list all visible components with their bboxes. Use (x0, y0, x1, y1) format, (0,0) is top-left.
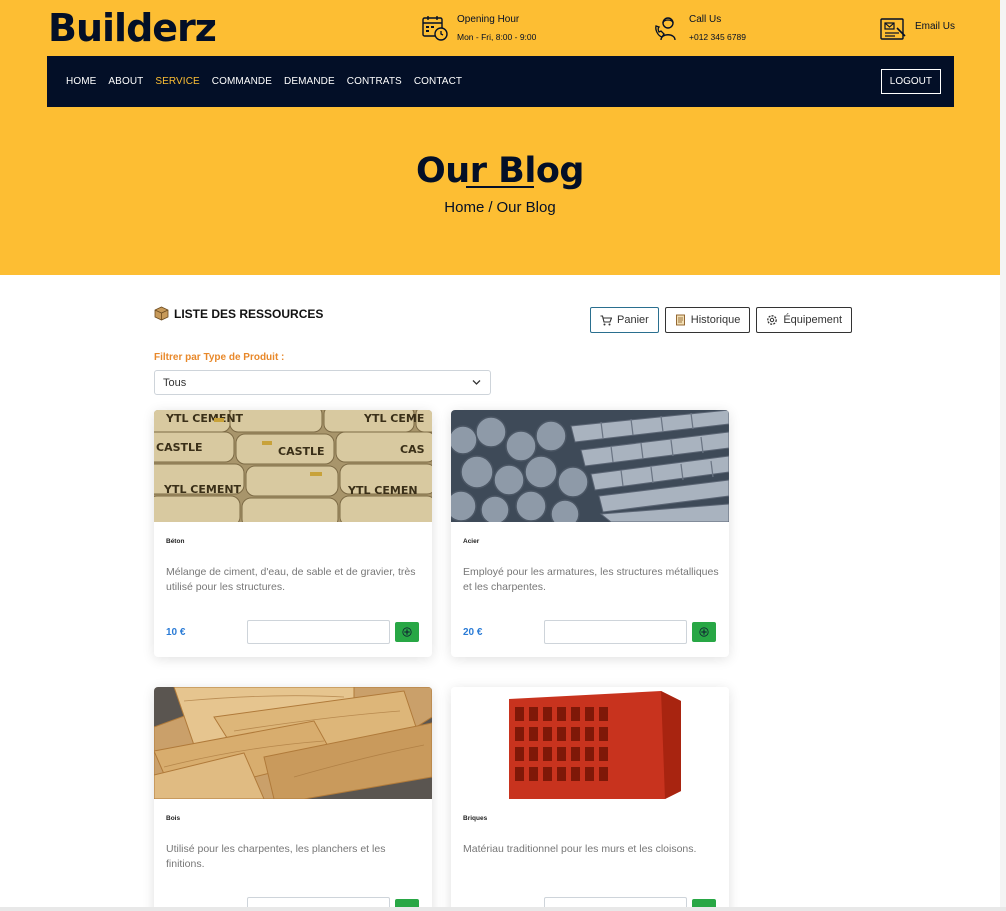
nav-home[interactable]: HOME (66, 76, 96, 87)
equipement-button[interactable]: Équipement (756, 307, 853, 333)
main-navbar: HOME ABOUT SERVICE COMMANDE DEMANDE CONT… (47, 56, 954, 107)
red-brick-image (451, 687, 729, 799)
product-card: Bois Utilisé pour les charpentes, les pl… (154, 687, 432, 911)
cement-bags-image: YTL CEMENT YTL CEME CASTLE CASTLE CAS YTL C… (154, 410, 432, 522)
add-to-cart-button[interactable] (692, 622, 716, 642)
wood-planks-image (154, 687, 432, 799)
call-us-block: Call Us +012 345 6789 (653, 14, 746, 42)
product-card: Acier Employé pour les armatures, les st… (451, 410, 729, 657)
product-description: Utilisé pour les charpentes, les planche… (166, 843, 386, 870)
add-to-cart-button[interactable] (395, 622, 419, 642)
resource-actions: Panier Historique Équipement (590, 307, 858, 333)
breadcrumb-separator: / (488, 199, 493, 216)
product-name: Bois (166, 815, 181, 822)
nav-links: HOME ABOUT SERVICE COMMANDE DEMANDE CONT… (66, 56, 474, 107)
plus-icon (402, 627, 412, 637)
nav-commande[interactable]: COMMANDE (212, 76, 272, 87)
page-title: Our Blog (416, 151, 584, 191)
equipement-label: Équipement (783, 314, 843, 326)
email-us-block: Email Us (879, 16, 955, 44)
product-description: Matériau traditionnel pour les murs et l… (463, 843, 697, 855)
nav-contact[interactable]: CONTACT (414, 76, 462, 87)
svg-text:CAS: CAS (400, 443, 425, 456)
email-icon (880, 18, 906, 40)
svg-text:CASTLE: CASTLE (278, 445, 325, 458)
resources-title: LISTE DES RESSOURCES (174, 306, 324, 321)
breadcrumb-current: Our Blog (496, 199, 556, 216)
breadcrumb-home[interactable]: Home (444, 199, 484, 216)
svg-text:YTL CEMENT: YTL CEMENT (165, 412, 244, 425)
title-underline (466, 186, 534, 188)
opening-hour-block: Opening Hour Mon - Fri, 8:00 - 9:00 (421, 14, 536, 42)
panier-button[interactable]: Panier (590, 307, 659, 333)
product-card: Briques Matériau traditionnel pour les m… (451, 687, 729, 911)
svg-text:YTL CEME: YTL CEME (363, 412, 424, 425)
nav-demande[interactable]: DEMANDE (284, 76, 335, 87)
opening-hour-value: Mon - Fri, 8:00 - 9:00 (457, 32, 537, 42)
quantity-input[interactable] (247, 620, 390, 644)
brand-logo[interactable]: Builderz (48, 6, 217, 50)
product-card: YTL CEMENT YTL CEME CASTLE CASTLE CAS YTL C… (154, 410, 432, 657)
product-type-select[interactable]: Tous (154, 370, 491, 395)
phone-support-icon (655, 17, 676, 41)
nav-about[interactable]: ABOUT (108, 76, 143, 87)
plus-icon (699, 627, 709, 637)
nav-service[interactable]: SERVICE (155, 76, 199, 87)
product-name: Acier (463, 538, 480, 545)
email-us-title[interactable]: Email Us (915, 21, 955, 32)
historique-label: Historique (690, 314, 741, 326)
hero-banner: Builderz Opening Hour Mon - Fri, 8:00 - … (0, 0, 1000, 275)
product-name: Béton (166, 538, 185, 545)
product-price: 10 € (166, 627, 186, 638)
steel-rebar-image (451, 410, 729, 522)
resources-heading: LISTE DES RESSOURCES (154, 306, 323, 321)
product-type-value: Tous (163, 376, 187, 389)
breadcrumb: Home / Our Blog (0, 199, 1000, 216)
svg-text:YTL CEMENT: YTL CEMENT (163, 483, 242, 496)
gear-icon (767, 315, 778, 325)
chevron-down-icon (472, 380, 481, 385)
product-price: 20 € (463, 627, 483, 638)
vertical-scrollbar[interactable] (1000, 0, 1006, 911)
quantity-input[interactable] (544, 620, 687, 644)
svg-text:CASTLE: CASTLE (156, 441, 203, 454)
product-description: Employé pour les armatures, les structur… (463, 566, 719, 593)
historique-button[interactable]: Historique (664, 307, 751, 333)
filter-label: Filtrer par Type de Produit : (154, 352, 285, 363)
cart-icon (600, 314, 612, 325)
panier-label: Panier (617, 314, 649, 326)
product-description: Mélange de ciment, d'eau, de sable et de… (166, 566, 416, 593)
nav-contrats[interactable]: CONTRATS (347, 76, 402, 87)
logout-button[interactable]: LOGOUT (880, 69, 941, 94)
horizontal-scrollbar[interactable] (0, 907, 1006, 911)
opening-hour-title: Opening Hour (457, 14, 520, 25)
call-us-value[interactable]: +012 345 6789 (689, 32, 746, 42)
svg-text:YTL CEMEN: YTL CEMEN (347, 484, 418, 497)
calendar-clock-icon (422, 16, 448, 41)
product-name: Briques (463, 815, 488, 822)
box-icon (154, 306, 169, 321)
call-us-title: Call Us (689, 14, 722, 25)
scroll-icon (675, 314, 685, 326)
